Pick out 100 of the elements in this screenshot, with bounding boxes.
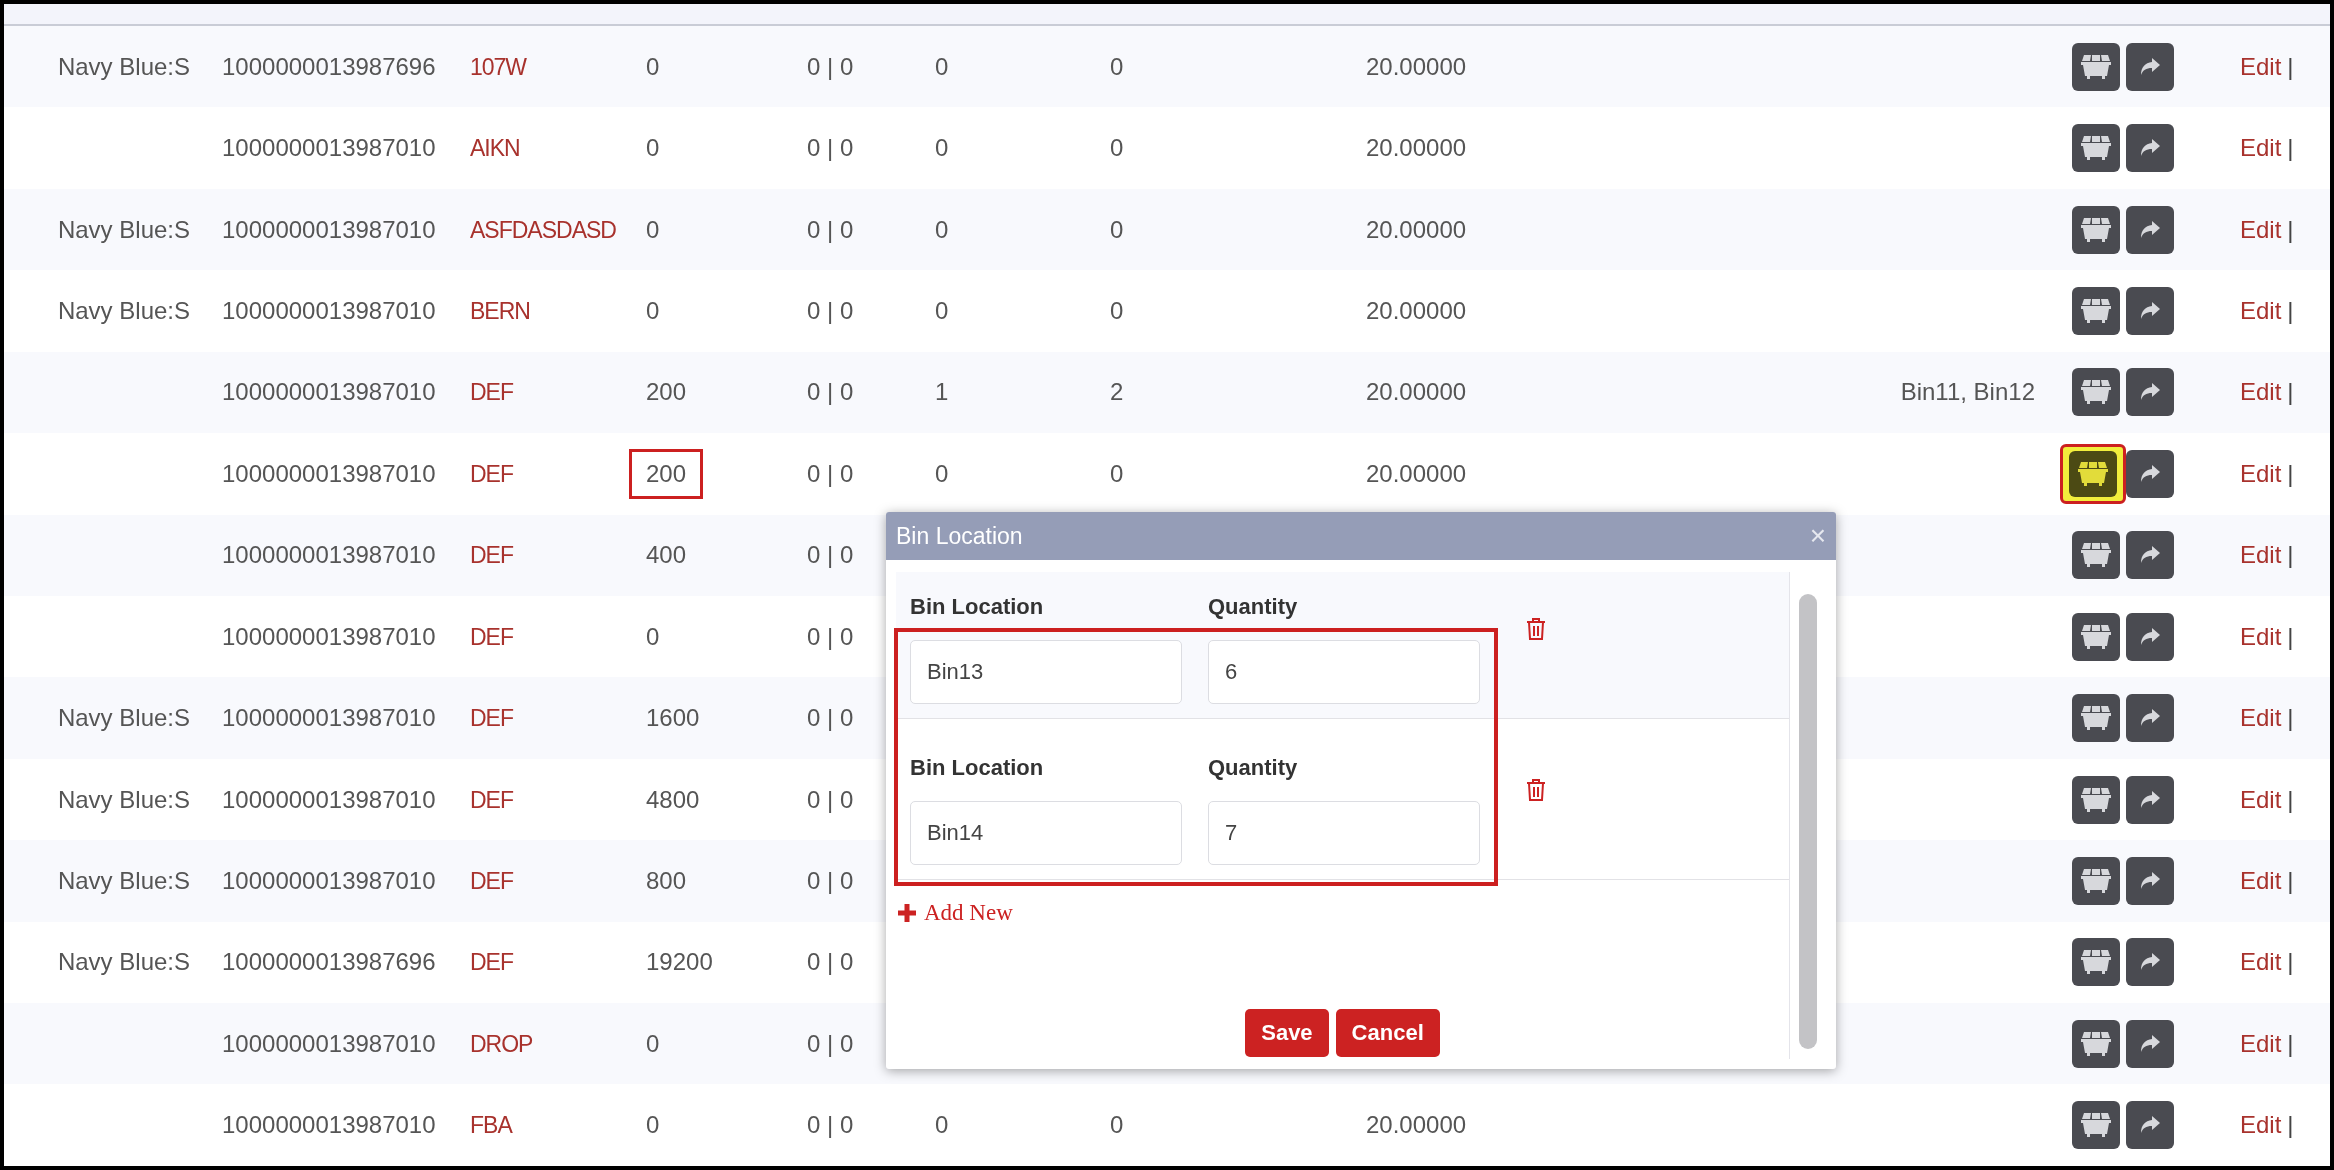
scrollbar-thumb[interactable]: [1799, 594, 1817, 1049]
variant-text: Navy Blue:S: [57, 866, 190, 894]
edit-link[interactable]: Edit: [2240, 541, 2282, 570]
bin-button[interactable]: [2072, 612, 2120, 661]
edit-link[interactable]: Edit: [2240, 866, 2282, 895]
separator-text: |: [2287, 134, 2294, 163]
edit-link[interactable]: Edit: [2240, 622, 2282, 651]
count-text: 0: [1110, 1111, 1124, 1139]
bin-button[interactable]: [2072, 42, 2120, 91]
dialog-title: Bin Location: [896, 522, 1023, 550]
dumpster-icon: [2081, 867, 2111, 894]
edit-link[interactable]: Edit: [2240, 785, 2282, 814]
bin-button[interactable]: [2060, 443, 2126, 504]
bin-button[interactable]: [2072, 368, 2120, 417]
separator-text: |: [2287, 704, 2294, 733]
edit-link[interactable]: Edit: [2240, 1029, 2282, 1058]
bin-button[interactable]: [2072, 124, 2120, 173]
quantity-text: 200: [646, 378, 687, 406]
separator-text: |: [2287, 1029, 2294, 1058]
location-link[interactable]: ASFDASDASD: [470, 216, 616, 243]
quantity-text: 0: [646, 52, 660, 80]
edit-link[interactable]: Edit: [2240, 52, 2282, 81]
edit-link[interactable]: Edit: [2240, 704, 2282, 733]
location-link[interactable]: 107W: [470, 53, 527, 80]
location-link[interactable]: DROP: [470, 1030, 533, 1057]
edit-link[interactable]: Edit: [2240, 215, 2282, 244]
quantity-text: 4800: [646, 785, 700, 813]
trash-icon[interactable]: [1526, 778, 1546, 802]
pair-text: 0 | 0: [807, 541, 854, 569]
location-link[interactable]: DEF: [470, 949, 513, 976]
move-button[interactable]: [2126, 42, 2174, 91]
move-button[interactable]: [2126, 612, 2174, 661]
move-button[interactable]: [2126, 694, 2174, 743]
edit-link[interactable]: Edit: [2240, 459, 2282, 488]
separator-text: |: [2287, 296, 2294, 325]
bin-button[interactable]: [2072, 1101, 2120, 1150]
price-text: 20.00000: [1366, 459, 1467, 487]
bin-button[interactable]: [2072, 775, 2120, 824]
move-button[interactable]: [2126, 938, 2174, 987]
location-link[interactable]: AIKN: [470, 135, 520, 162]
variant-text: Navy Blue:S: [57, 948, 190, 976]
number-text: 1000000013987696: [222, 948, 436, 976]
dumpster-icon: [2078, 460, 2108, 487]
move-button[interactable]: [2126, 368, 2174, 417]
bin-button[interactable]: [2072, 1019, 2120, 1068]
bin-location-field[interactable]: Bin14: [910, 801, 1182, 865]
save-button[interactable]: Save: [1245, 1009, 1329, 1057]
count-text: 0: [935, 52, 949, 80]
location-link[interactable]: DEF: [470, 786, 513, 813]
edit-link[interactable]: Edit: [2240, 378, 2282, 407]
location-link[interactable]: DEF: [470, 379, 513, 406]
field-label: Bin Location: [910, 594, 1045, 620]
quantity-field[interactable]: 6: [1208, 640, 1480, 704]
count-text: 0: [935, 1111, 949, 1139]
count-text: 0: [1110, 134, 1124, 162]
pair-text: 0 | 0: [807, 378, 854, 406]
bin-button[interactable]: [2072, 694, 2120, 743]
add-new-link[interactable]: Add New: [898, 900, 1013, 926]
bin-button[interactable]: [2072, 531, 2120, 580]
bin-button[interactable]: [2072, 938, 2120, 987]
separator-text: |: [2287, 215, 2294, 244]
cancel-button[interactable]: Cancel: [1335, 1009, 1440, 1057]
dumpster-icon: [2081, 542, 2111, 569]
location-link[interactable]: DEF: [470, 542, 513, 569]
bin-button[interactable]: [2072, 286, 2120, 335]
field-label: Quantity: [1208, 594, 1299, 620]
move-button[interactable]: [2126, 124, 2174, 173]
location-link[interactable]: DEF: [470, 705, 513, 732]
edit-link[interactable]: Edit: [2240, 296, 2282, 325]
location-link[interactable]: DEF: [470, 867, 513, 894]
share-arrow-icon: [2139, 789, 2161, 810]
pair-text: 0 | 0: [807, 704, 854, 732]
number-text: 1000000013987010: [222, 704, 436, 732]
location-link[interactable]: DEF: [470, 460, 513, 487]
edit-link[interactable]: Edit: [2240, 948, 2282, 977]
location-link[interactable]: DEF: [470, 623, 513, 650]
separator-text: |: [2287, 785, 2294, 814]
trash-icon[interactable]: [1526, 617, 1546, 641]
bin-location-field[interactable]: Bin13: [910, 640, 1182, 704]
bin-button[interactable]: [2072, 856, 2120, 905]
move-button[interactable]: [2126, 449, 2174, 498]
location-link[interactable]: FBA: [470, 1112, 512, 1139]
move-button[interactable]: [2126, 775, 2174, 824]
bins-text: Bin11, Bin12: [1900, 378, 2035, 406]
share-arrow-icon: [2139, 300, 2161, 321]
count-text: 0: [935, 215, 949, 243]
separator-text: |: [2287, 459, 2294, 488]
bin-button[interactable]: [2072, 205, 2120, 254]
move-button[interactable]: [2126, 531, 2174, 580]
move-button[interactable]: [2126, 286, 2174, 335]
quantity-text: 0: [646, 215, 660, 243]
move-button[interactable]: [2126, 1101, 2174, 1150]
move-button[interactable]: [2126, 1019, 2174, 1068]
quantity-field[interactable]: 7: [1208, 801, 1480, 865]
count-text: 2: [1110, 378, 1124, 406]
edit-link[interactable]: Edit: [2240, 1111, 2282, 1140]
move-button[interactable]: [2126, 856, 2174, 905]
edit-link[interactable]: Edit: [2240, 134, 2282, 163]
move-button[interactable]: [2126, 205, 2174, 254]
location-link[interactable]: BERN: [470, 297, 530, 324]
